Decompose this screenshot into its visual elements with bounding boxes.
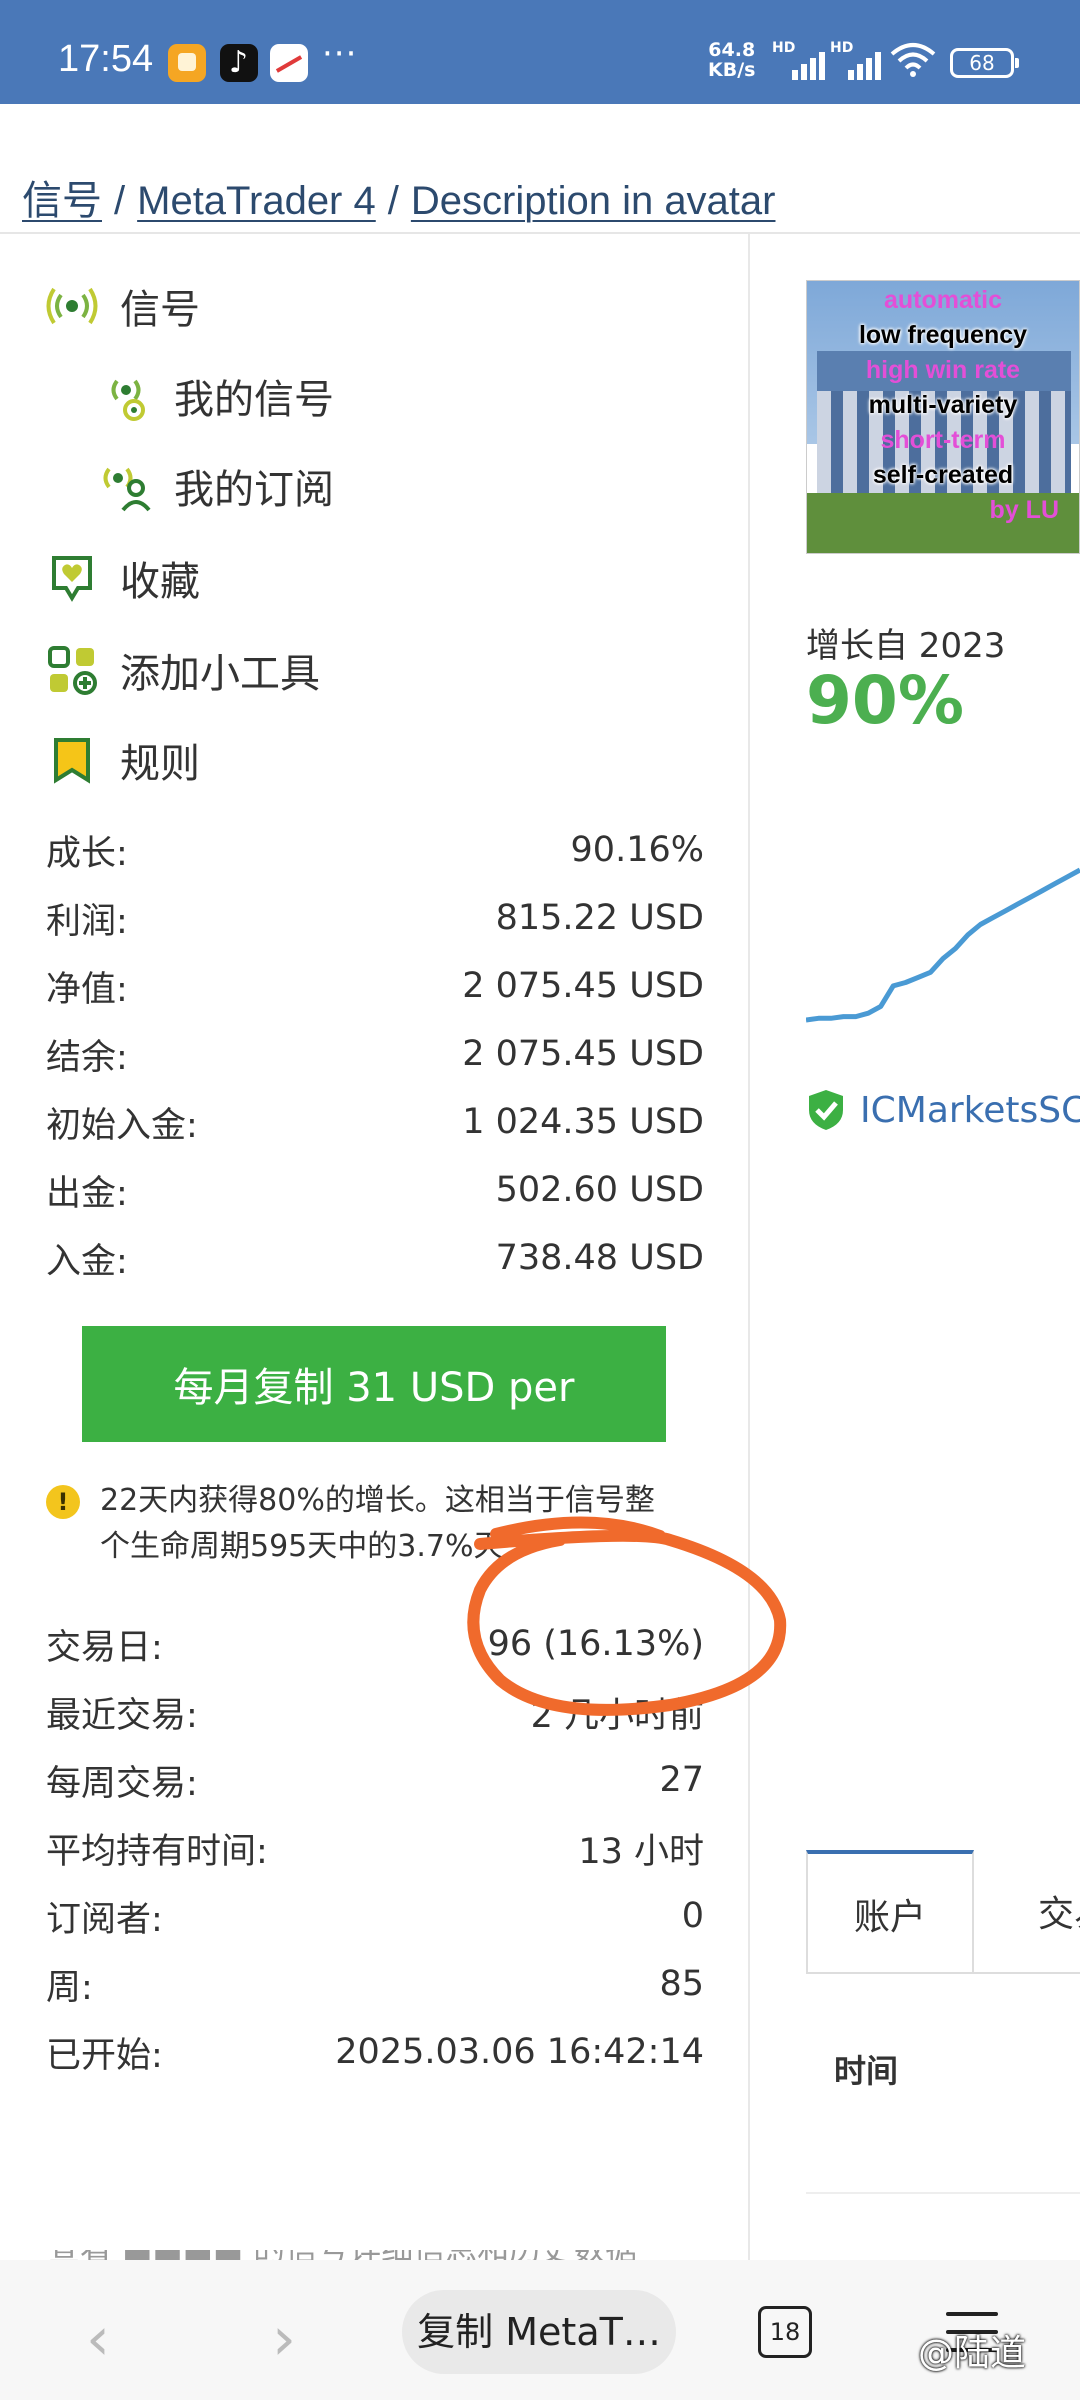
- signal-icon: [44, 278, 100, 334]
- stat-started: 已开始: 2025.03.06 16:42:14: [46, 2032, 704, 2076]
- widget-add-icon: [44, 642, 100, 698]
- table-row-divider: [806, 2192, 1080, 2194]
- broker-link[interactable]: ICMarketsSC: [806, 1088, 1080, 1132]
- tab-divider: [806, 1972, 1080, 1974]
- status-time: 17:54: [58, 38, 154, 80]
- forward-chevron-icon[interactable]: ›: [272, 2304, 296, 2374]
- menu-item-label: 我的订阅: [174, 467, 334, 513]
- notification-app-icon: [168, 44, 206, 82]
- stat-profit: 利润: 815.22 USD: [46, 898, 704, 942]
- tab-trades[interactable]: 交易: [974, 1850, 1080, 1974]
- menu-item-favorites[interactable]: 收藏: [44, 548, 200, 608]
- hand-drawn-circle-annotation: [467, 1516, 787, 1716]
- stat-subscribers: 订阅者: 0: [46, 1896, 704, 1940]
- stat-weeks: 周: 85: [46, 1964, 704, 2008]
- tiktok-icon: [220, 44, 258, 82]
- signal-strength-icon: HD: [772, 40, 828, 80]
- network-speed: 64.8 KB/s: [708, 39, 756, 81]
- menu-item-label: 添加小工具: [120, 651, 320, 697]
- stat-growth: 成长: 90.16%: [46, 830, 704, 874]
- breadcrumb: 信号 / MetaTrader 4/Description in avatar: [22, 179, 776, 223]
- breadcrumb-signals[interactable]: 信号: [22, 179, 102, 223]
- broker-name: ICMarketsSC: [860, 1089, 1080, 1131]
- menu-item-label: 规则: [120, 741, 200, 787]
- header-divider: [0, 232, 1080, 234]
- menu-item-add-widget[interactable]: 添加小工具: [44, 640, 320, 700]
- stat-balance: 结余: 2 075.45 USD: [46, 1034, 704, 1078]
- address-bar-title[interactable]: 复制 MetaT…: [402, 2290, 676, 2374]
- stat-equity: 净值: 2 075.45 USD: [46, 966, 704, 1010]
- favorite-icon: [44, 550, 100, 606]
- my-signal-icon: [98, 368, 154, 424]
- growth-value: 90%: [806, 662, 964, 739]
- growth-since-label: 增长自 2023: [806, 626, 1006, 666]
- stat-initial-deposit: 初始入金: 1 024.35 USD: [46, 1102, 704, 1146]
- menu-item-my-signals[interactable]: 我的信号: [98, 366, 334, 426]
- tab-count-button[interactable]: 18: [758, 2306, 812, 2358]
- my-subscription-icon: [98, 458, 154, 514]
- status-bar: 17:54 ··· 64.8 KB/s HD HD 68: [0, 0, 1080, 104]
- stat-withdrawals: 出金: 502.60 USD: [46, 1170, 704, 1214]
- stat-deposits: 入金: 738.48 USD: [46, 1238, 704, 1282]
- menu-item-rules[interactable]: 规则: [44, 730, 200, 790]
- partially-hidden-text: 查看 ■■■■ 的信号详细信息和历史数据: [48, 2250, 688, 2260]
- battery-icon: 68: [950, 48, 1019, 78]
- tab-account[interactable]: 账户: [806, 1850, 974, 1974]
- warning-icon: !: [46, 1485, 80, 1519]
- verified-shield-icon: [809, 1090, 843, 1130]
- menu-item-label: 收藏: [120, 559, 200, 605]
- table-header-time: 时间: [834, 2052, 899, 2090]
- column-divider: [748, 234, 750, 2260]
- watermark-text: @陆道: [918, 2333, 1027, 2374]
- tab-bar: 账户 交易: [806, 1850, 1080, 1974]
- back-chevron-icon[interactable]: ‹: [86, 2304, 110, 2374]
- stat-trades-per-week: 每周交易: 27: [46, 1760, 704, 1804]
- more-notifications-icon: ···: [322, 34, 358, 74]
- browser-bottom-bar: ‹ › 复制 MetaT… 18 @陆道: [0, 2260, 1080, 2400]
- copy-signal-button[interactable]: 每月复制 31 USD per: [82, 1326, 666, 1442]
- signal-strength-2-icon: HD: [830, 40, 886, 80]
- menu-item-signals[interactable]: 信号: [44, 276, 200, 336]
- growth-series-line: [806, 867, 1080, 1023]
- rules-bookmark-icon: [44, 732, 100, 788]
- stock-chart-app-icon: [270, 44, 308, 82]
- wifi-icon: [890, 43, 936, 77]
- menu-item-label: 我的信号: [174, 377, 334, 423]
- breadcrumb-metatrader4[interactable]: MetaTrader 4: [137, 179, 376, 223]
- menu-item-my-subscriptions[interactable]: 我的订阅: [98, 456, 334, 516]
- menu-item-label: 信号: [120, 287, 200, 333]
- stat-avg-holding-time: 平均持有时间: 13 小时: [46, 1831, 704, 1872]
- breadcrumb-current-signal[interactable]: Description in avatar: [411, 179, 776, 223]
- signal-avatar-image[interactable]: automatic low frequency high win rate mu…: [806, 280, 1080, 554]
- growth-chart[interactable]: [806, 860, 1080, 1030]
